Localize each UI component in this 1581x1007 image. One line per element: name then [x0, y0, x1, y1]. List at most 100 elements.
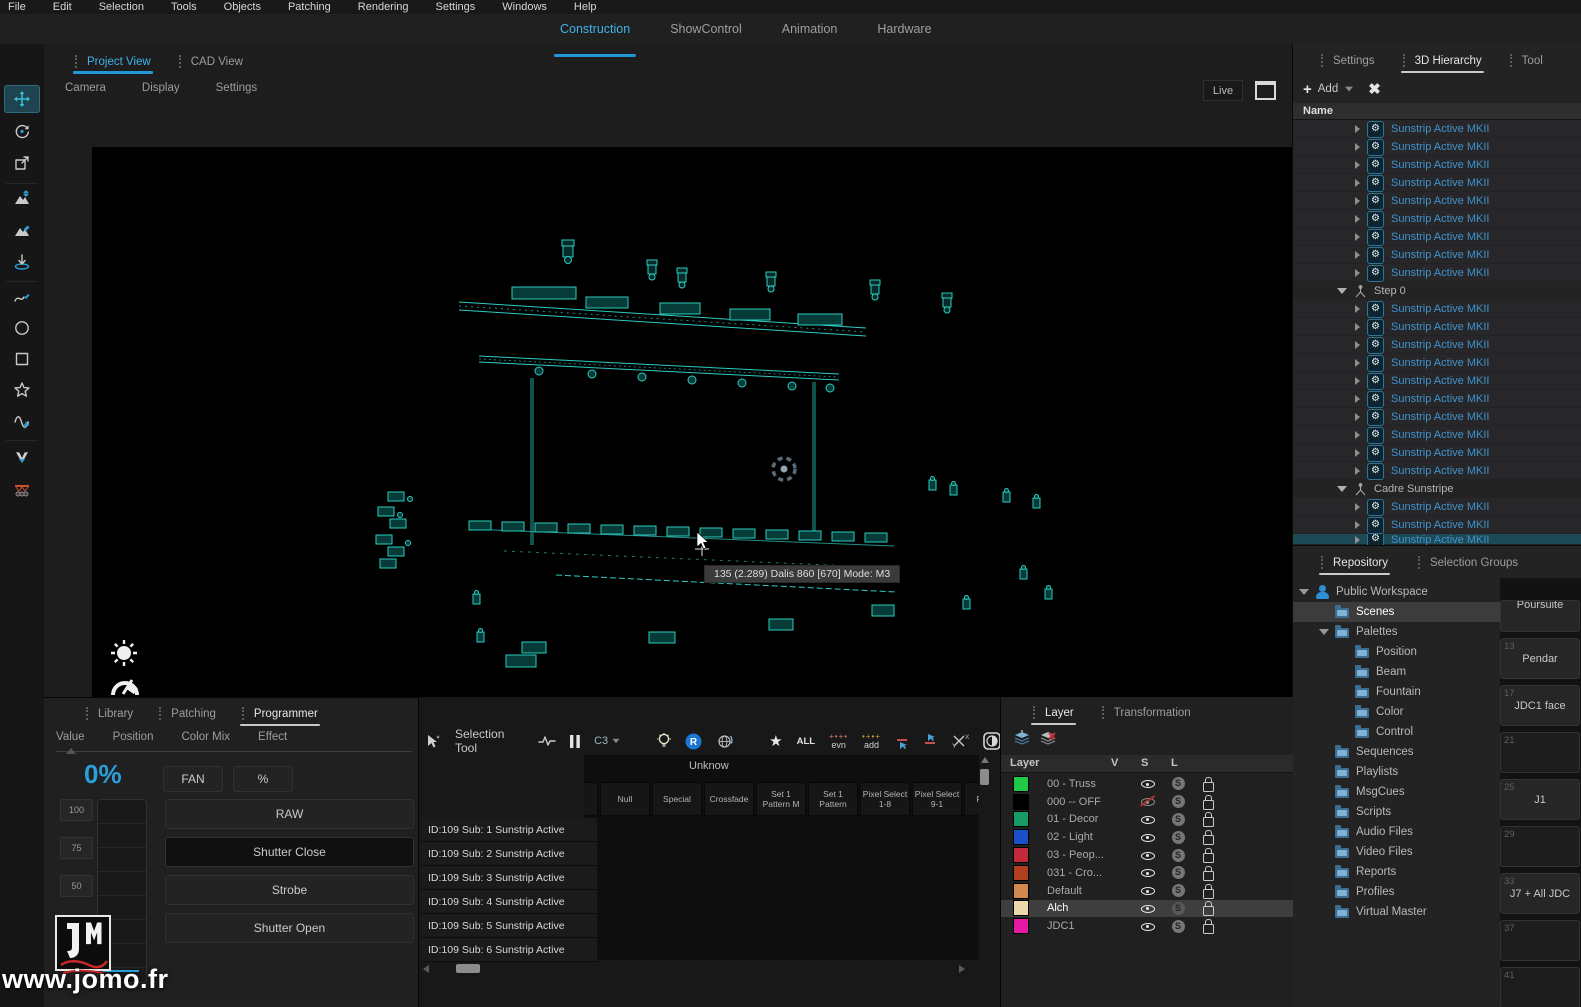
expand-arrow-icon[interactable]	[1355, 215, 1360, 223]
rotate-globe-icon[interactable]	[716, 731, 733, 751]
fixture-sublist-row[interactable]: ID:109 Sub: 1 Sunstrip Active	[421, 818, 597, 842]
expand-arrow-icon[interactable]	[1355, 233, 1360, 241]
layer-row[interactable]: Alch	[1001, 900, 1293, 918]
hierarchy-tree-row[interactable]: Sunstrip Active MKII	[1293, 462, 1581, 480]
percent-button[interactable]: %	[233, 766, 293, 792]
solo-icon[interactable]	[1172, 884, 1185, 897]
drop-to-floor-tool[interactable]	[4, 248, 40, 276]
executor-button[interactable]: 41	[1500, 967, 1580, 1007]
lower-selection-icon[interactable]	[923, 731, 937, 751]
sun-icon[interactable]	[110, 639, 138, 667]
solo-icon[interactable]	[1172, 831, 1185, 844]
menu-item[interactable]: Edit	[53, 1, 72, 13]
menu-item[interactable]: Patching	[288, 1, 331, 13]
viewport-tab[interactable]: Project View	[73, 53, 153, 70]
lock-column-header[interactable]: L	[1171, 757, 1178, 769]
lock-icon[interactable]	[1203, 817, 1214, 827]
hierarchy-tree-row[interactable]: Step 0	[1293, 282, 1581, 300]
repository-tree-item[interactable]: Position	[1293, 642, 1503, 662]
hierarchy-tree-row[interactable]: Sunstrip Active MKII	[1293, 390, 1581, 408]
hierarchy-tree-row[interactable]: Sunstrip Active MKII	[1293, 534, 1581, 545]
layer-row[interactable]: 03 - Peop...	[1001, 846, 1293, 864]
repository-tree-item[interactable]: Audio Files	[1293, 822, 1503, 842]
layer-row[interactable]: 031 - Cro...	[1001, 864, 1293, 882]
palette-button[interactable]: Null	[600, 782, 650, 816]
main-tab[interactable]: Hardware	[873, 20, 935, 50]
palette-button[interactable]: P Sele	[964, 782, 979, 816]
select-even-button[interactable]: +•+• evn	[829, 731, 848, 751]
raise-selection-icon[interactable]	[895, 731, 909, 751]
programmer-action-button[interactable]: RAW	[165, 799, 414, 829]
hierarchy-tree-row[interactable]: Sunstrip Active MKII	[1293, 300, 1581, 318]
repository-tree-item[interactable]: Profiles	[1293, 882, 1503, 902]
scroll-up-icon[interactable]	[981, 757, 989, 763]
programmer-action-button[interactable]: Shutter Open	[165, 913, 414, 943]
move-tool[interactable]	[4, 85, 40, 113]
select-all-button[interactable]: ALL	[797, 731, 815, 751]
repository-tree-item[interactable]: Scenes	[1293, 602, 1503, 622]
executor-button[interactable]: Poursuite	[1500, 600, 1580, 632]
highlight-bulb-icon[interactable]	[657, 731, 671, 751]
lock-icon[interactable]	[1203, 782, 1214, 792]
hierarchy-tree-row[interactable]: Sunstrip Active MKII	[1293, 408, 1581, 426]
visibility-eye-icon[interactable]	[1140, 919, 1156, 934]
add-icon[interactable]: +	[1303, 81, 1312, 98]
curve-function-tool[interactable]	[4, 407, 40, 435]
visibility-eye-icon[interactable]	[1140, 865, 1156, 880]
horizontal-scrollbar[interactable]	[421, 962, 979, 976]
menu-item[interactable]: Objects	[224, 1, 261, 13]
expand-arrow-icon[interactable]	[1355, 467, 1360, 475]
layer-row[interactable]: 01 - Decor	[1001, 811, 1293, 829]
repository-tree-item[interactable]: Fountain	[1293, 682, 1503, 702]
expand-arrow-icon[interactable]	[1355, 251, 1360, 259]
window-icon[interactable]	[1255, 81, 1276, 100]
panel-tab[interactable]: Repository	[1319, 554, 1390, 571]
panel-tab[interactable]: Settings	[1319, 52, 1377, 69]
layer-color-swatch[interactable]	[1013, 900, 1029, 916]
hierarchy-tree-row[interactable]: Sunstrip Active MKII	[1293, 354, 1581, 372]
expand-arrow-icon[interactable]	[1355, 431, 1360, 439]
lock-icon[interactable]	[1203, 835, 1214, 845]
visibility-eye-icon[interactable]	[1140, 776, 1156, 791]
lock-icon[interactable]	[1203, 906, 1214, 916]
delete-layer-icon[interactable]	[1039, 730, 1057, 747]
hierarchy-tree-row[interactable]: Sunstrip Active MKII	[1293, 444, 1581, 462]
fan-button[interactable]: FAN	[163, 766, 223, 792]
layer-color-swatch[interactable]	[1013, 918, 1029, 934]
scroll-thumb[interactable]	[980, 769, 989, 785]
executor-button[interactable]: 13 Pendar	[1500, 638, 1580, 679]
fixture-sublist-row[interactable]: ID:109 Sub: 5 Sunstrip Active	[421, 914, 597, 938]
terrain-raise-tool[interactable]	[4, 184, 40, 212]
lock-icon[interactable]	[1203, 889, 1214, 899]
main-tab[interactable]: Animation	[778, 20, 842, 50]
select-add-button[interactable]: •+•+ add	[862, 731, 881, 751]
hierarchy-tree-row[interactable]: Sunstrip Active MKII	[1293, 516, 1581, 534]
rotate-tool[interactable]	[4, 117, 40, 145]
palette-button[interactable]: Special	[652, 782, 702, 816]
menu-item[interactable]: Windows	[502, 1, 547, 13]
palette-button[interactable]: Set 1 Pattern	[808, 782, 858, 816]
close-icon[interactable]: ✖	[1368, 80, 1381, 98]
expand-arrow-icon[interactable]	[1355, 449, 1360, 457]
programmer-action-button[interactable]: Shutter Close	[165, 837, 414, 867]
repository-tree-item[interactable]: Control	[1293, 722, 1503, 742]
expand-arrow-icon[interactable]	[1319, 629, 1328, 635]
fixture-sublist-row[interactable]: ID:109 Sub: 4 Sunstrip Active	[421, 890, 597, 914]
panel-tab[interactable]: 3D Hierarchy	[1401, 52, 1484, 69]
solo-icon[interactable]	[1172, 777, 1185, 790]
solo-icon[interactable]	[1172, 813, 1185, 826]
scroll-thumb[interactable]	[456, 964, 480, 973]
visible-column-header[interactable]: V	[1111, 757, 1118, 769]
layer-color-swatch[interactable]	[1013, 776, 1029, 792]
expand-arrow-icon[interactable]	[1355, 536, 1360, 544]
panel-tab[interactable]: Layer	[1031, 704, 1076, 721]
expand-arrow-icon[interactable]	[1355, 269, 1360, 277]
menu-item[interactable]: File	[8, 1, 26, 13]
lock-icon[interactable]	[1203, 800, 1214, 810]
fader-tick-100[interactable]: 100	[60, 799, 93, 821]
hierarchy-tree-row[interactable]: Sunstrip Active MKII	[1293, 336, 1581, 354]
record-icon[interactable]: R	[685, 731, 702, 751]
layer-color-swatch[interactable]	[1013, 865, 1029, 881]
solo-column-header[interactable]: S	[1141, 757, 1148, 769]
layer-column-header[interactable]: Layer	[1010, 757, 1039, 769]
